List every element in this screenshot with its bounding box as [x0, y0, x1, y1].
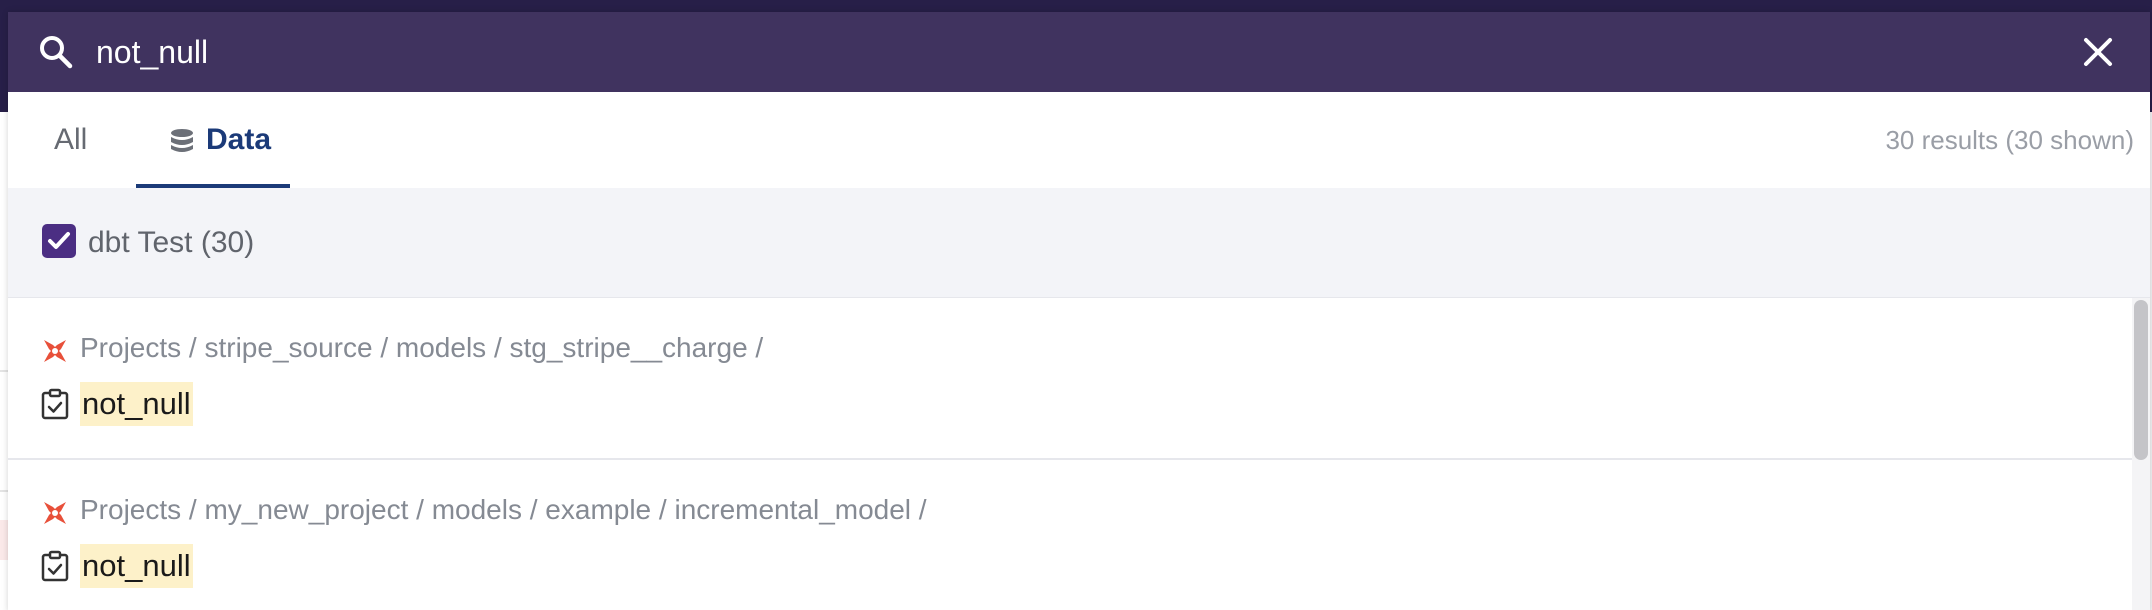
checkmark-icon [48, 232, 70, 249]
search-bar [8, 12, 2150, 92]
list-item[interactable]: Projects / stripe_source / models / stg_… [8, 298, 2132, 460]
clipboard-check-icon [41, 550, 69, 582]
search-icon [40, 36, 73, 69]
close-icon[interactable] [2076, 30, 2120, 74]
background-status-badge [0, 520, 8, 560]
result-breadcrumb: Projects / my_new_project / models / exa… [80, 494, 927, 525]
results-list: Projects / stripe_source / models / stg_… [8, 298, 2150, 610]
result-name: not_null [80, 544, 193, 588]
list-item[interactable]: Projects / my_new_project / models / exa… [8, 460, 2132, 610]
database-icon [171, 129, 193, 152]
scrollbar-thumb[interactable] [2134, 300, 2148, 460]
tab-data[interactable]: Data [136, 92, 290, 188]
result-name: not_null [80, 382, 193, 426]
tab-all-label: All [54, 123, 88, 156]
tab-data-label: Data [206, 123, 272, 156]
dbt-test-checkbox[interactable] [42, 224, 76, 258]
dbt-logo-icon [44, 502, 66, 524]
search-modal: All Data 30 results (30 shown) dbt Test … [8, 12, 2150, 610]
search-input[interactable] [96, 26, 1996, 78]
background-divider [0, 490, 8, 492]
tab-all[interactable]: All [54, 92, 87, 188]
filter-label: dbt Test (30) [88, 226, 255, 259]
dbt-logo-icon [44, 340, 66, 362]
result-breadcrumb: Projects / stripe_source / models / stg_… [80, 332, 764, 363]
filter-row: dbt Test (30) [8, 188, 2150, 298]
clipboard-check-icon [41, 388, 69, 420]
result-tabs: All Data 30 results (30 shown) [8, 92, 2150, 188]
background-divider [0, 370, 8, 372]
results-count: 30 results (30 shown) [1885, 124, 2134, 155]
